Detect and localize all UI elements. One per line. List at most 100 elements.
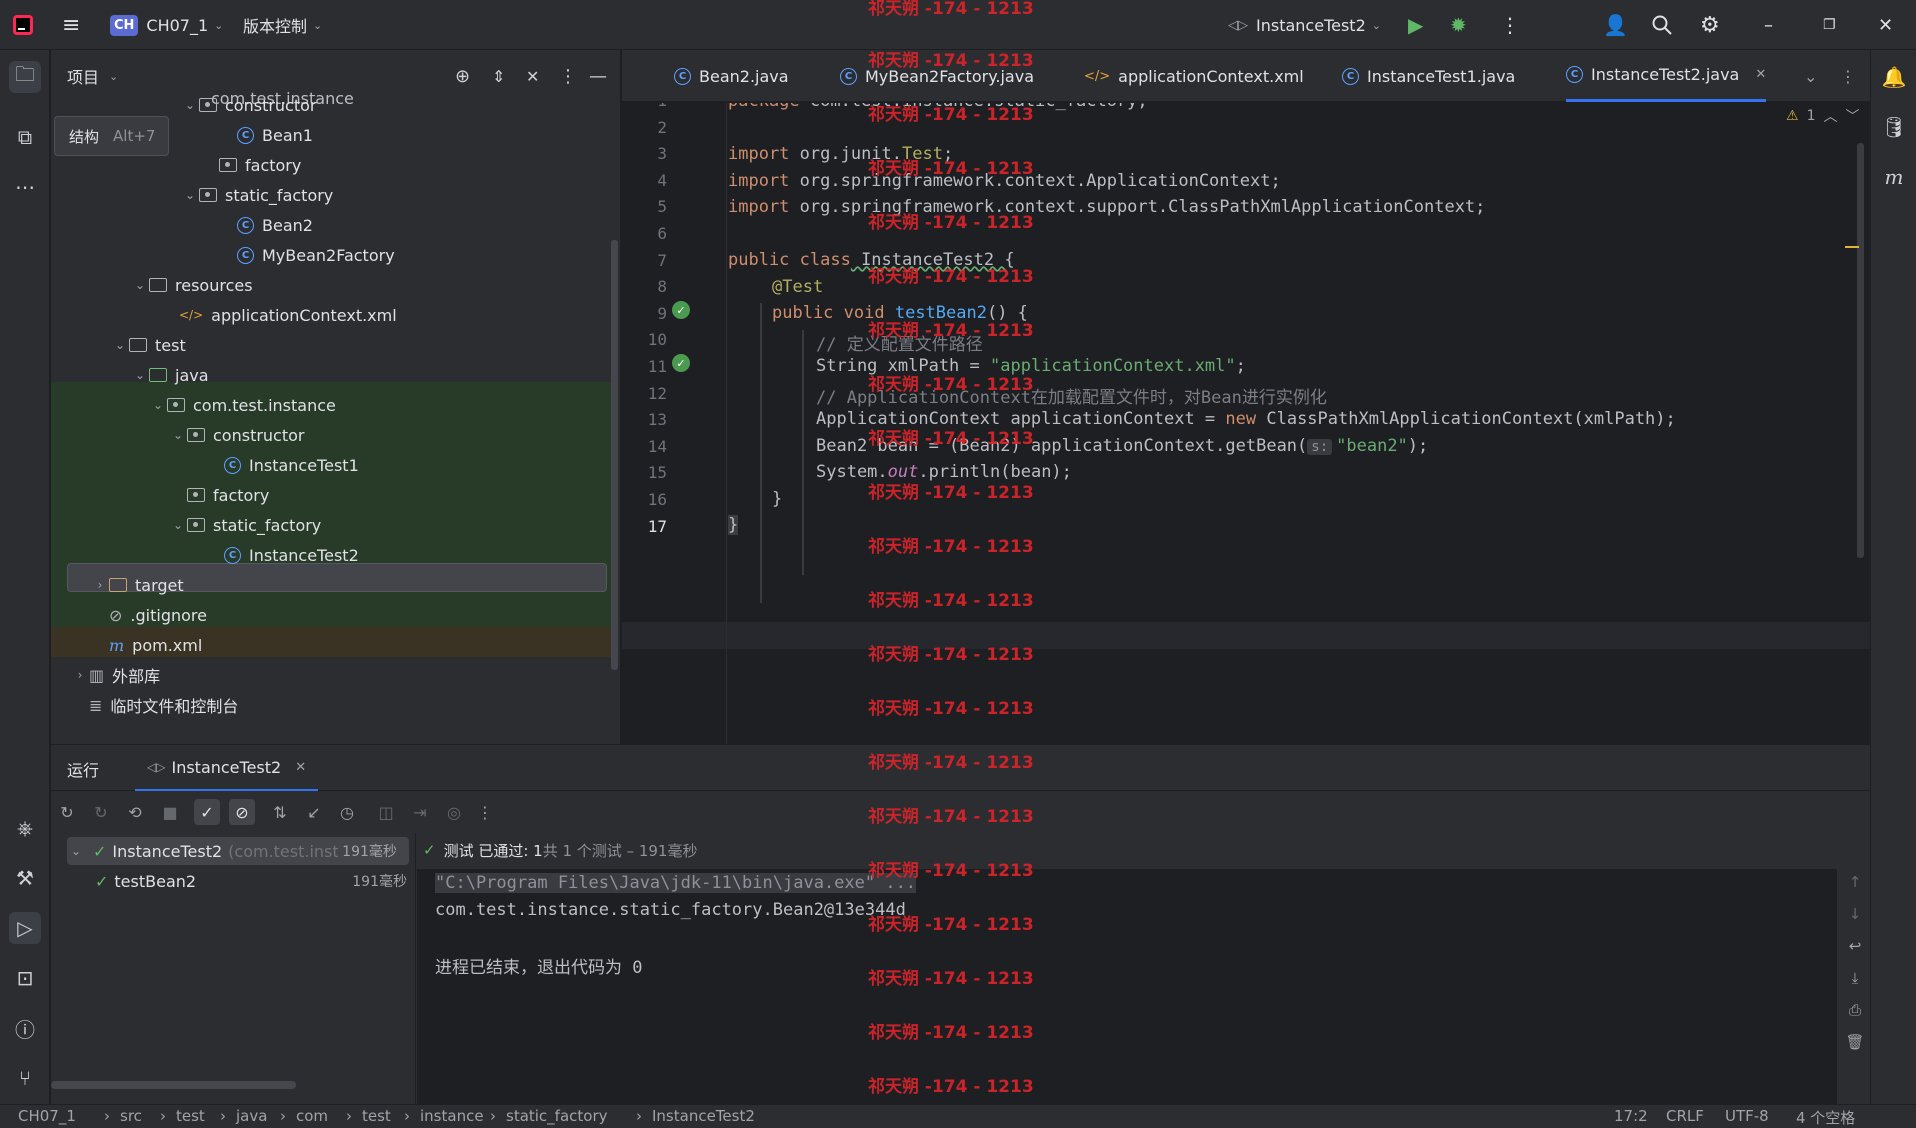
chevron-down-icon[interactable]: ⌄ — [111, 338, 129, 352]
vcs-selector[interactable]: 版本控制 ⌄ — [243, 0, 322, 50]
tree-item[interactable]: C InstanceTest1 — [51, 450, 611, 480]
tree-item[interactable]: ⌄ resources — [51, 270, 611, 300]
scroll-to-end-icon[interactable]: ⤓ — [1852, 969, 1859, 993]
add-user-icon[interactable]: 👤 — [1603, 0, 1628, 50]
settings-gear-icon[interactable]: ⚙ — [1700, 0, 1720, 50]
print-icon[interactable]: ⎙ — [1849, 1001, 1861, 1025]
screenshot-icon[interactable]: ◫ — [373, 799, 399, 825]
run-icon[interactable]: ▶ — [1408, 0, 1423, 50]
problems-icon[interactable]: ⓘ — [9, 1012, 41, 1044]
rerun-icon[interactable]: ↻ — [54, 799, 80, 825]
chevron-down-icon[interactable]: ⌄ — [131, 278, 149, 292]
breadcrumb-item[interactable]: src — [120, 1107, 142, 1125]
debug-icon[interactable]: ✹ — [1450, 0, 1467, 50]
options-icon[interactable]: ⋮ — [559, 66, 577, 87]
tab-instancetest2-active[interactable]: C InstanceTest2.java ✕ — [1566, 50, 1767, 102]
close-tab-icon[interactable]: ✕ — [295, 760, 306, 775]
tree-item[interactable]: ≣ 临时文件和控制台 — [51, 690, 611, 720]
scroll-down-icon[interactable]: ↓ — [1849, 905, 1862, 929]
chevron-down-icon[interactable]: ⌄ — [169, 518, 187, 532]
tree-item[interactable]: ⌄ constructor — [51, 420, 611, 450]
test-row-class[interactable]: ⌄ ✓ InstanceTest2 (com.test.inst 191毫秒 — [71, 837, 411, 865]
tree-item[interactable]: ⌄ static_factory — [51, 510, 611, 540]
export-icon[interactable]: ⇥ — [407, 799, 433, 825]
terminal-icon[interactable]: ⊡ — [9, 962, 41, 994]
indent-setting[interactable]: 4 个空格 — [1796, 1107, 1855, 1128]
project-tool-icon[interactable]: 🗀 — [9, 61, 41, 93]
tree-item[interactable]: </> applicationContext.xml — [51, 300, 611, 330]
breadcrumb-item[interactable]: instance — [420, 1107, 484, 1125]
chevron-right-icon[interactable]: › — [91, 578, 109, 592]
tab-list-chevron-icon[interactable]: ⌄ — [1804, 50, 1817, 102]
breadcrumb-item[interactable]: InstanceTest2 — [652, 1107, 755, 1125]
chevron-right-icon[interactable]: › — [71, 668, 89, 682]
rerun-failed-icon[interactable]: ↻ — [88, 799, 114, 825]
chevron-down-icon[interactable]: ⌄ — [109, 70, 118, 83]
tree-item[interactable]: C MyBean2Factory — [51, 240, 611, 270]
app-logo-icon[interactable] — [12, 0, 34, 50]
git-icon[interactable]: ⑂ — [9, 1062, 41, 1094]
tree-item[interactable]: C Bean2 — [51, 210, 611, 240]
tree-item[interactable]: › ▥ 外部库 — [51, 660, 611, 690]
console-output[interactable]: ✓ 测试 已通过: 1 共 1 个测试 – 191毫秒 "C:\Program … — [417, 833, 1870, 1104]
database-icon[interactable]: 🛢 — [1878, 111, 1910, 143]
breadcrumb-item[interactable]: static_factory — [506, 1107, 608, 1125]
breadcrumb-item[interactable]: CH07_1 — [18, 1107, 76, 1125]
run-gutter-icon[interactable]: ✓ — [672, 301, 690, 319]
tree-item[interactable]: factory — [51, 480, 611, 510]
main-menu-icon[interactable]: ≡ — [62, 0, 80, 50]
more-tools-icon[interactable]: ⋯ — [9, 171, 41, 203]
breadcrumb-item[interactable]: test — [176, 1107, 205, 1125]
code-editor[interactable]: 1234567891011121314151617 ✓ ✓ ⚠1 ︿﹀ pack… — [622, 103, 1870, 744]
test-row-method[interactable]: ✓ testBean2 191毫秒 — [71, 867, 411, 895]
tab-instancetest1[interactable]: C InstanceTest1.java — [1342, 50, 1515, 102]
chevron-down-icon[interactable]: ⌄ — [149, 398, 167, 412]
show-ignored-icon[interactable]: ⊘ — [229, 799, 255, 825]
more-actions-icon[interactable]: ⋮ — [1500, 0, 1520, 50]
show-passed-icon[interactable]: ✓ — [194, 799, 220, 825]
tab-run-config[interactable]: ◁▷ InstanceTest2 ✕ — [135, 745, 319, 791]
maximize-icon[interactable]: ❐ — [1823, 0, 1836, 50]
breadcrumb-item[interactable]: java — [236, 1107, 267, 1125]
close-tab-icon[interactable]: ✕ — [1755, 67, 1766, 82]
tree-item[interactable]: C InstanceTest2 — [51, 540, 611, 570]
chevron-down-icon[interactable]: ⌄ — [181, 98, 199, 112]
collapse-icon[interactable]: ↙ — [301, 799, 327, 825]
history-icon[interactable]: ◷ — [334, 799, 360, 825]
services-icon[interactable]: ⎈ — [9, 812, 41, 844]
search-icon[interactable] — [1651, 0, 1673, 50]
chevron-down-icon[interactable]: ⌄ — [131, 368, 149, 382]
project-selector[interactable]: CH CH07_1 ⌄ — [110, 0, 223, 50]
expand-all-icon[interactable]: ⇕ — [492, 67, 505, 86]
breadcrumb-item[interactable]: com — [296, 1107, 328, 1125]
coverage-icon[interactable]: ◎ — [441, 799, 467, 825]
locate-icon[interactable]: ⊕ — [455, 66, 470, 87]
file-encoding[interactable]: UTF-8 — [1725, 1107, 1769, 1125]
chevron-up-icon[interactable]: ︿ — [1823, 106, 1837, 126]
tree-item[interactable]: ⌄ com.test.instance — [51, 390, 611, 420]
structure-tool-icon[interactable]: ⧉ — [9, 121, 41, 153]
more-icon[interactable]: ⋮ — [472, 799, 498, 825]
caret-position[interactable]: 17:2 — [1614, 1107, 1648, 1125]
project-view-title[interactable]: 项目 — [67, 64, 99, 88]
maven-icon[interactable]: m — [1878, 161, 1910, 193]
close-window-icon[interactable]: ✕ — [1878, 0, 1893, 50]
chevron-down-icon[interactable]: ⌄ — [181, 188, 199, 202]
tab-bean2[interactable]: C Bean2.java — [674, 50, 789, 102]
line-separator[interactable]: CRLF — [1666, 1107, 1704, 1125]
tree-item[interactable]: ⌄ test — [51, 330, 611, 360]
collapse-all-icon[interactable]: ✕ — [526, 67, 539, 86]
tree-item[interactable]: ⊘ .gitignore — [51, 600, 611, 630]
run-config-selector[interactable]: ◁▷ InstanceTest2 ⌄ — [1228, 0, 1381, 50]
breadcrumb-item[interactable]: test — [362, 1107, 391, 1125]
tab-application-context[interactable]: </> applicationContext.xml — [1084, 50, 1304, 102]
tree-item[interactable]: ⌄ java — [51, 360, 611, 390]
minimize-icon[interactable]: – — [1764, 0, 1773, 50]
warning-marker[interactable] — [1845, 246, 1859, 248]
tree-item[interactable]: ⌄ static_factory — [51, 180, 611, 210]
tree-item[interactable]: m pom.xml — [51, 630, 611, 660]
scroll-up-icon[interactable]: ↑ — [1849, 873, 1862, 897]
project-scrollbar[interactable] — [611, 240, 618, 670]
stop-icon[interactable]: ■ — [157, 799, 183, 825]
sort-icon[interactable]: ⇅ — [267, 799, 293, 825]
